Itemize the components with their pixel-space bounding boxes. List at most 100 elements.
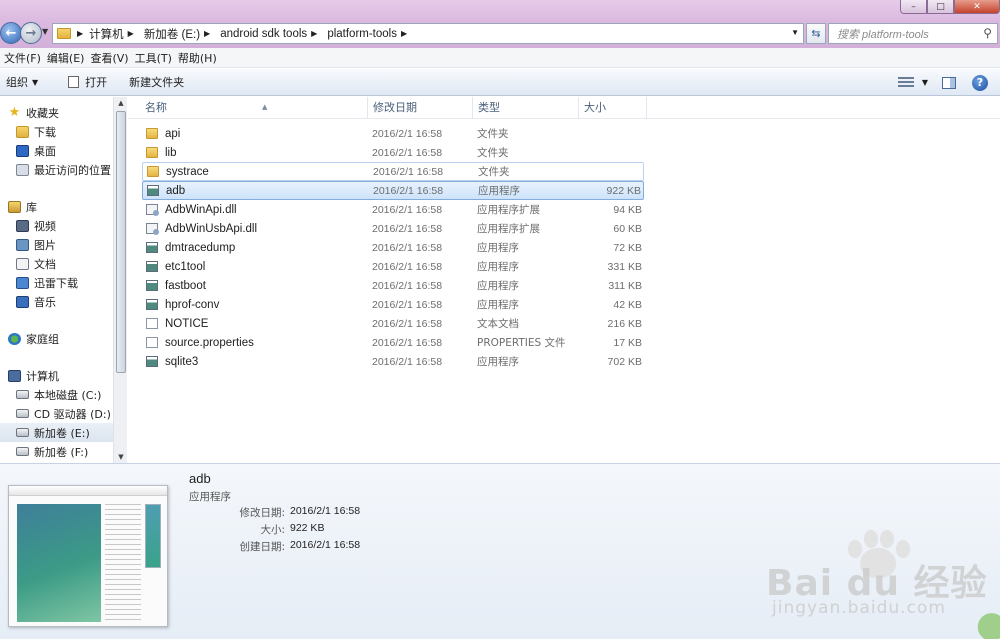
breadcrumb-android-sdk-tools[interactable]: android sdk tools ▶ — [220, 28, 327, 40]
exe-icon — [146, 261, 158, 272]
sidebar-item-downloads[interactable]: 下载 — [0, 122, 113, 141]
hard-drive-icon — [16, 447, 29, 456]
sidebar-item-documents[interactable]: 文档 — [0, 254, 113, 273]
sidebar-item-drive-e[interactable]: 新加卷 (E:) — [0, 423, 113, 442]
sidebar-item-recent[interactable]: 最近访问的位置 — [0, 160, 113, 179]
forward-button[interactable]: → — [20, 22, 42, 44]
file-row[interactable]: NOTICE 2016/2/1 16:58 文本文档 216 KB — [142, 314, 644, 333]
breadcrumb-platform-tools[interactable]: platform-tools ▶ — [327, 28, 417, 40]
column-headers: 名称 ▲ 修改日期 类型 大小 — [128, 97, 1000, 119]
navigation-scrollbar[interactable]: ▲ ▼ — [113, 97, 127, 463]
file-size-cell: 17 KB — [613, 336, 642, 349]
file-size-cell: 311 KB — [608, 279, 642, 292]
baidu-jingyan-watermark: Bai du 经验 jingyan.baidu.com — [766, 530, 1000, 639]
thumbnail-lines — [105, 504, 141, 622]
change-view-icon[interactable] — [897, 76, 914, 89]
menu-file[interactable]: 文件(F) — [4, 50, 47, 66]
help-icon[interactable]: ? — [972, 74, 988, 91]
sidebar-item-videos[interactable]: 视频 — [0, 216, 113, 235]
file-row[interactable]: adb 2016/2/1 16:58 应用程序 922 KB — [142, 181, 644, 200]
file-row[interactable]: hprof-conv 2016/2/1 16:58 应用程序 42 KB — [142, 295, 644, 314]
file-row[interactable]: etc1tool 2016/2/1 16:58 应用程序 331 KB — [142, 257, 644, 276]
file-row[interactable]: fastboot 2016/2/1 16:58 应用程序 311 KB — [142, 276, 644, 295]
xunlei-download-icon — [16, 276, 29, 289]
scroll-down-icon[interactable]: ▼ — [114, 451, 128, 463]
sidebar-item-label: 新加卷 (E:) — [34, 426, 90, 440]
file-name-cell: sqlite3 — [146, 356, 366, 368]
sidebar-item-label: 收藏夹 — [26, 106, 59, 120]
file-name-cell: fastboot — [146, 280, 366, 292]
sidebar-item-drive-d[interactable]: CD 驱动器 (D:) — [0, 404, 113, 423]
address-history-dropdown[interactable]: ▼ — [791, 28, 799, 37]
address-bar[interactable]: ▶ 计算机 ▶ 新加卷 (E:) ▶ android sdk tools ▶ p… — [52, 23, 804, 44]
file-size-cell: 702 KB — [607, 355, 642, 368]
file-row[interactable]: AdbWinUsbApi.dll 2016/2/1 16:58 应用程序扩展 60 K… — [142, 219, 644, 238]
sidebar-item-drive-c[interactable]: 本地磁盘 (C:) — [0, 385, 113, 404]
file-name-cell: AdbWinUsbApi.dll — [146, 223, 366, 235]
close-button[interactable]: ✕ — [954, 0, 1000, 14]
search-input[interactable]: 搜索 platform-tools ⚲ — [828, 23, 998, 44]
file-row[interactable]: dmtracedump 2016/2/1 16:58 应用程序 72 KB — [142, 238, 644, 257]
sidebar-item-pictures[interactable]: 图片 — [0, 235, 113, 254]
sidebar-item-music[interactable]: 音乐 — [0, 292, 113, 311]
sidebar-item-homegroup[interactable]: 家庭组 — [0, 329, 113, 348]
file-row[interactable]: api 2016/2/1 16:58 文件夹 — [142, 124, 644, 143]
file-row[interactable]: AdbWinApi.dll 2016/2/1 16:58 应用程序扩展 94 KB — [142, 200, 644, 219]
details-size-value: 922 KB — [290, 522, 325, 534]
watermark-corner-icon — [972, 599, 1000, 639]
column-header-size[interactable]: 大小 — [579, 97, 647, 119]
file-size-cell: 94 KB — [613, 203, 642, 216]
breadcrumb-computer[interactable]: 计算机 ▶ — [89, 26, 144, 42]
breadcrumb-separator-icon[interactable]: ▶ — [311, 29, 317, 38]
sidebar-item-favorites[interactable]: ★ 收藏夹 — [0, 103, 113, 122]
sidebar-item-desktop[interactable]: 桌面 — [0, 141, 113, 160]
chevron-down-icon: ▼ — [32, 77, 39, 87]
file-type-cell: PROPERTIES 文件 — [477, 337, 566, 349]
file-size-cell: 216 KB — [607, 317, 642, 330]
window-controls: – □ ✕ — [900, 0, 1000, 14]
column-header-name[interactable]: 名称 ▲ — [140, 97, 368, 119]
text-file-icon — [146, 337, 158, 348]
breadcrumb-separator-icon[interactable]: ▶ — [128, 29, 134, 38]
file-row[interactable]: lib 2016/2/1 16:58 文件夹 — [142, 143, 644, 162]
menu-view[interactable]: 查看(V) — [90, 50, 134, 66]
column-header-date[interactable]: 修改日期 — [368, 97, 473, 119]
new-folder-button[interactable]: 新建文件夹 — [123, 74, 194, 90]
minimize-button[interactable]: – — [900, 0, 927, 14]
file-row[interactable]: source.properties 2016/2/1 16:58 PROPERTIE… — [142, 333, 644, 352]
refresh-button[interactable]: ⇆ — [806, 23, 826, 44]
sidebar-item-label: 图片 — [34, 238, 56, 252]
breadcrumb-drive-e[interactable]: 新加卷 (E:) ▶ — [144, 26, 220, 42]
preview-pane-icon[interactable] — [942, 76, 956, 89]
details-file-name: adb — [189, 471, 211, 486]
search-icon[interactable]: ⚲ — [983, 26, 992, 40]
maximize-button[interactable]: □ — [927, 0, 954, 14]
recent-pages-dropdown[interactable]: ▼ — [42, 27, 48, 36]
menu-bar: 文件(F) 编辑(E) 查看(V) 工具(T) 帮助(H) — [0, 48, 1000, 68]
breadcrumb-separator-icon[interactable]: ▶ — [401, 29, 407, 38]
sidebar-item-libraries[interactable]: 库 — [0, 197, 113, 216]
sidebar-item-xunlei-downloads[interactable]: 迅雷下载 — [0, 273, 113, 292]
scroll-up-icon[interactable]: ▲ — [114, 97, 128, 109]
breadcrumb-separator-icon[interactable]: ▶ — [204, 29, 210, 38]
file-type-cell: 文件夹 — [478, 166, 510, 178]
organize-button[interactable]: 组织 ▼ — [0, 74, 48, 90]
file-row[interactable]: sqlite3 2016/2/1 16:58 应用程序 702 KB — [142, 352, 644, 371]
menu-edit[interactable]: 编辑(E) — [47, 50, 91, 66]
file-thumbnail — [8, 485, 168, 627]
navigation-pane: ★ 收藏夹 下载 桌面 最近访问的位置 库 视频 图片 文档 迅雷下载 音乐 家… — [0, 97, 127, 463]
file-row[interactable]: systrace 2016/2/1 16:58 文件夹 — [142, 162, 644, 181]
menu-tools[interactable]: 工具(T) — [135, 50, 178, 66]
sidebar-item-drive-f[interactable]: 新加卷 (F:) — [0, 442, 113, 461]
file-date-cell: 2016/2/1 16:58 — [372, 336, 443, 349]
column-header-type[interactable]: 类型 — [473, 97, 579, 119]
back-button[interactable]: ← — [0, 22, 22, 44]
open-button[interactable]: 打开 — [62, 74, 117, 90]
sidebar-item-computer[interactable]: 计算机 — [0, 366, 113, 385]
file-name: sqlite3 — [165, 355, 199, 368]
star-icon: ★ — [8, 105, 21, 120]
breadcrumb-separator-icon[interactable]: ▶ — [77, 29, 83, 38]
scrollbar-thumb[interactable] — [116, 111, 126, 373]
chevron-down-icon[interactable]: ▼ — [922, 78, 928, 87]
menu-help[interactable]: 帮助(H) — [178, 50, 223, 66]
